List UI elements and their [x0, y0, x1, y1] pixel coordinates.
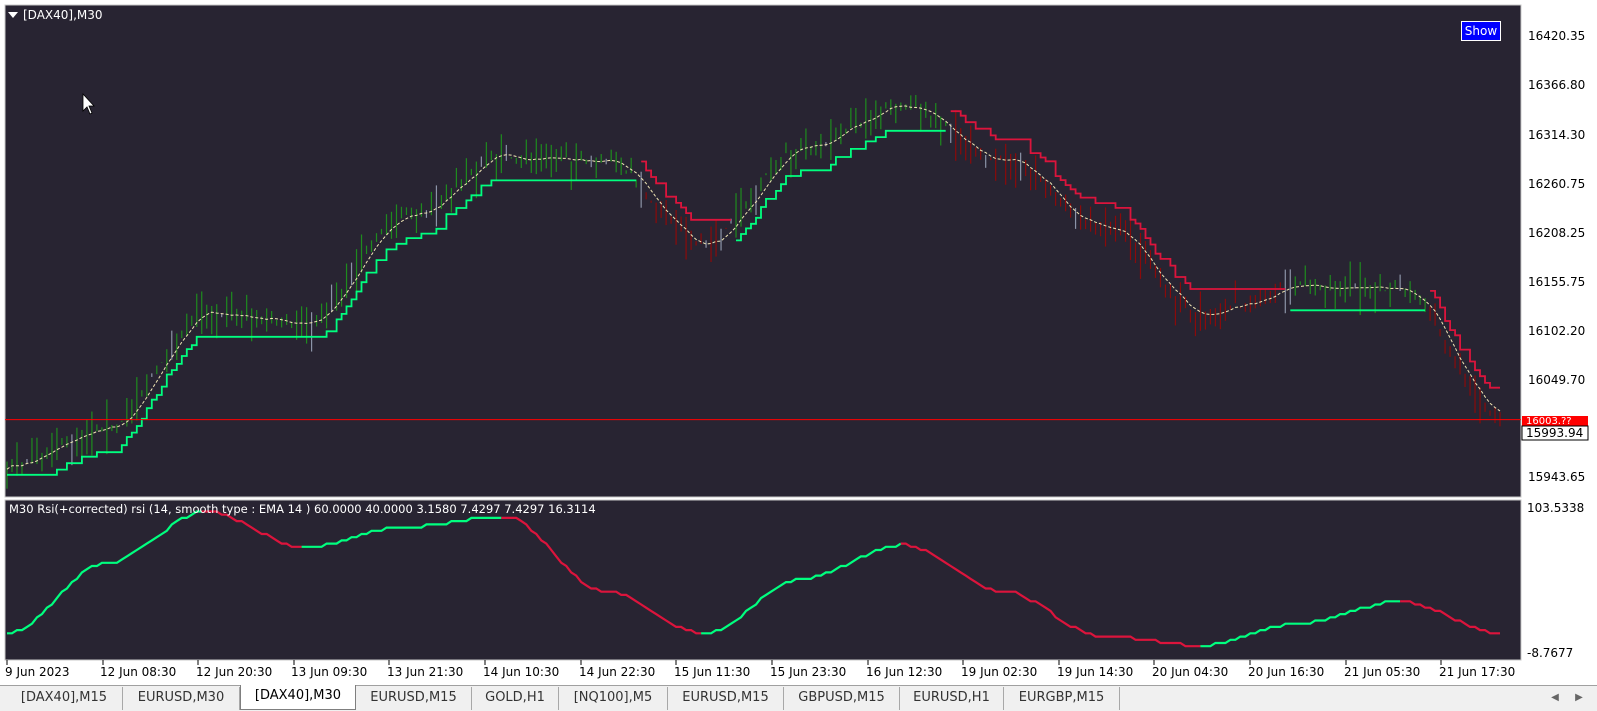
time-label: 14 Jun 22:30: [579, 665, 655, 679]
price-label: 16314.30: [1528, 128, 1585, 142]
time-label: 16 Jun 12:30: [866, 665, 942, 679]
time-label: 13 Jun 21:30: [387, 665, 463, 679]
price-label: 16208.25: [1528, 226, 1585, 240]
tab-gbpusd-m15[interactable]: GBPUSD,M15: [784, 687, 900, 710]
price-label: 16049.70: [1528, 373, 1585, 387]
chart-title: [DAX40],M30: [23, 8, 103, 22]
time-label: 15 Jun 23:30: [770, 665, 846, 679]
scroll-left-icon[interactable]: ◀: [1548, 690, 1562, 706]
time-label: 19 Jun 02:30: [961, 665, 1037, 679]
price-label: 16260.75: [1528, 177, 1585, 191]
time-label: 20 Jun 04:30: [1152, 665, 1228, 679]
tab-eurgbp-m15[interactable]: EURGBP,M15: [1004, 687, 1120, 710]
time-label: 12 Jun 20:30: [196, 665, 272, 679]
time-label: 12 Jun 08:30: [100, 665, 176, 679]
time-label: 19 Jun 14:30: [1057, 665, 1133, 679]
time-label: 13 Jun 09:30: [291, 665, 367, 679]
tab-nq100-m5[interactable]: [NQ100],M5: [559, 687, 668, 710]
indicator-panel[interactable]: [4, 499, 1522, 661]
time-label: 20 Jun 16:30: [1248, 665, 1324, 679]
main-chart-panel[interactable]: [4, 4, 1522, 498]
tab-dax40-m15[interactable]: [DAX40],M15: [6, 687, 123, 710]
tab-eurusd-m30[interactable]: EURUSD,M30: [123, 687, 240, 710]
price-label: 15943.65: [1528, 470, 1585, 484]
price-label: 16102.20: [1528, 324, 1585, 338]
tab-eurusd-m15-2[interactable]: EURUSD,M15: [668, 687, 784, 710]
indicator-title: M30 Rsi(+corrected) rsi (14, smooth type…: [9, 502, 596, 516]
show-button[interactable]: Show: [1461, 21, 1501, 41]
price-label: 16155.75: [1528, 275, 1585, 289]
tab-eurusd-m15[interactable]: EURUSD,M15: [356, 687, 472, 710]
time-label: 21 Jun 17:30: [1439, 665, 1515, 679]
time-label: 9 Jun 2023: [5, 665, 70, 679]
tab-gold-h1[interactable]: GOLD,H1: [472, 687, 559, 710]
tab-eurusd-h1[interactable]: EURUSD,H1: [900, 687, 1004, 710]
indicator-max-label: 103.5338: [1527, 501, 1584, 515]
price-label: 16420.35: [1528, 29, 1585, 43]
scroll-right-icon[interactable]: ▶: [1572, 690, 1586, 706]
chart-area[interactable]: [DAX40],M30 M30 Rsi(+corrected) rsi (14,…: [0, 0, 1597, 685]
current-price-label: 15993.94: [1526, 426, 1583, 440]
time-label: 15 Jun 11:30: [674, 665, 750, 679]
time-label: 21 Jun 05:30: [1344, 665, 1420, 679]
price-label: 16366.80: [1528, 78, 1585, 92]
indicator-min-label: -8.7677: [1527, 646, 1573, 660]
chart-tab-bar: [DAX40],M15 EURUSD,M30 [DAX40],M30 EURUS…: [0, 685, 1597, 711]
time-label: 14 Jun 10:30: [483, 665, 559, 679]
tab-dax40-m30[interactable]: [DAX40],M30: [240, 685, 356, 710]
